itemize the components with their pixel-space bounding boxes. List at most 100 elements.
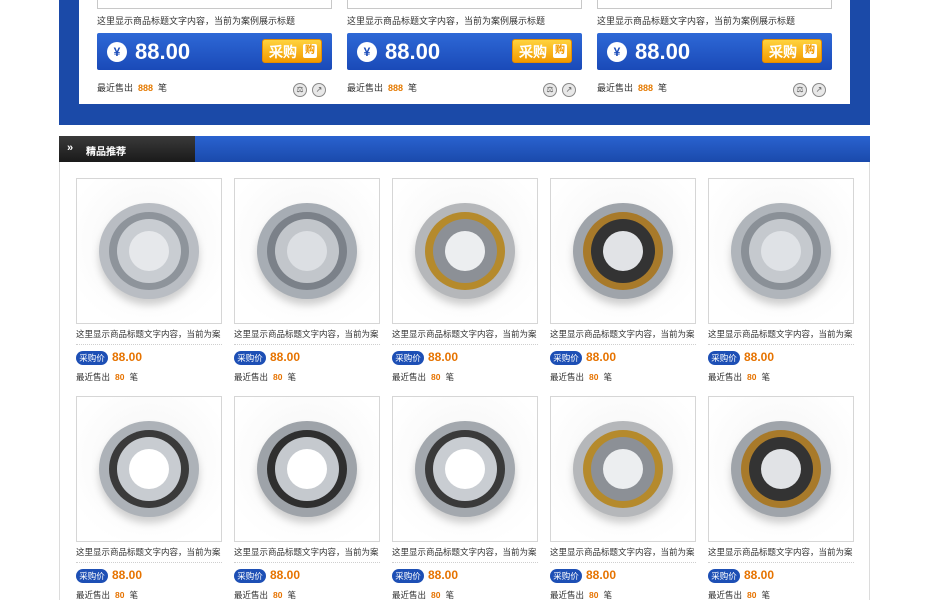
bearing-bore: [129, 449, 169, 489]
product-title[interactable]: 这里显示商品标题文字内容，当前为案: [392, 328, 538, 340]
bearing-bore: [445, 231, 485, 271]
product-card[interactable]: 这里显示商品标题文字内容，当前为案 采购价 88.00 最近售出 80 笔: [708, 396, 854, 606]
product-title[interactable]: 这里显示商品标题文字内容，当前为案: [392, 546, 538, 558]
divider: [234, 344, 380, 345]
share-icon[interactable]: ↗: [812, 83, 826, 97]
compare-icon[interactable]: ⚖: [293, 83, 307, 97]
sold-count: 80: [115, 372, 125, 382]
featured-price: 88.00: [385, 39, 441, 64]
bearing-bore: [287, 449, 327, 489]
sold-info: 最近售出 888 笔: [347, 81, 417, 94]
divider: [234, 562, 380, 563]
featured-title[interactable]: 这里显示商品标题文字内容，当前为案例展示标题: [597, 14, 795, 27]
compare-icon[interactable]: ⚖: [543, 83, 557, 97]
bearing-bore: [603, 231, 643, 271]
divider: [550, 562, 696, 563]
sold-unit: 笔: [129, 590, 138, 600]
divider: [392, 344, 538, 345]
compare-icon[interactable]: ⚖: [793, 83, 807, 97]
product-title[interactable]: 这里显示商品标题文字内容，当前为案: [708, 328, 854, 340]
product-title[interactable]: 这里显示商品标题文字内容，当前为案: [234, 546, 380, 558]
sold-count: 80: [115, 590, 125, 600]
product-image[interactable]: [392, 396, 538, 542]
buy-button[interactable]: 采购购: [262, 39, 322, 63]
sold-info: 最近售出 888 笔: [97, 81, 167, 94]
card-top-edge: [347, 0, 582, 9]
product-price: 88.00: [586, 350, 617, 364]
basket-icon: 购: [303, 44, 317, 58]
price-badge: 采购价: [76, 569, 108, 583]
product-image[interactable]: [550, 178, 696, 324]
sold-count: 80: [431, 590, 441, 600]
sold-count: 80: [589, 590, 599, 600]
product-title[interactable]: 这里显示商品标题文字内容，当前为案: [550, 546, 696, 558]
buy-button[interactable]: 采购购: [512, 39, 572, 63]
product-card[interactable]: 这里显示商品标题文字内容，当前为案 采购价 88.00 最近售出 80 笔: [708, 178, 854, 388]
sold-info: 最近售出 888 笔: [597, 81, 667, 94]
divider: [392, 562, 538, 563]
product-card[interactable]: 这里显示商品标题文字内容，当前为案 采购价 88.00 最近售出 80 笔: [550, 178, 696, 388]
yen-icon: ¥: [607, 42, 627, 62]
sold-count: 80: [747, 590, 757, 600]
product-image[interactable]: [708, 396, 854, 542]
sold-count: 80: [747, 372, 757, 382]
sold-label: 最近售出: [708, 372, 743, 382]
product-card[interactable]: 这里显示商品标题文字内容，当前为案 采购价 88.00 最近售出 80 笔: [234, 396, 380, 606]
buy-label: 采购: [519, 44, 547, 60]
basket-icon: 购: [803, 44, 817, 58]
sold-unit: 笔: [445, 372, 454, 382]
featured-title[interactable]: 这里显示商品标题文字内容，当前为案例展示标题: [97, 14, 295, 27]
product-image[interactable]: [550, 396, 696, 542]
product-title[interactable]: 这里显示商品标题文字内容，当前为案: [708, 546, 854, 558]
sold-info: 最近售出 80 笔: [708, 371, 770, 383]
sold-count: 80: [273, 372, 283, 382]
product-image[interactable]: [76, 178, 222, 324]
bearing-bore: [761, 231, 801, 271]
product-card[interactable]: 这里显示商品标题文字内容，当前为案 采购价 88.00 最近售出 80 笔: [76, 396, 222, 606]
sold-unit: 笔: [287, 372, 296, 382]
sold-info: 最近售出 80 笔: [76, 589, 138, 601]
section-tab[interactable]: » 精品推荐: [59, 136, 195, 162]
divider: [76, 562, 222, 563]
share-icon[interactable]: ↗: [312, 83, 326, 97]
sold-info: 最近售出 80 笔: [392, 589, 454, 601]
product-image[interactable]: [708, 178, 854, 324]
product-title[interactable]: 这里显示商品标题文字内容，当前为案: [234, 328, 380, 340]
product-image[interactable]: [392, 178, 538, 324]
price-badge: 采购价: [392, 569, 424, 583]
sold-info: 最近售出 80 笔: [550, 371, 612, 383]
card-actions: ⚖ ↗: [288, 79, 326, 97]
product-title[interactable]: 这里显示商品标题文字内容，当前为案: [550, 328, 696, 340]
product-price: 88.00: [744, 568, 775, 582]
product-card[interactable]: 这里显示商品标题文字内容，当前为案 采购价 88.00 最近售出 80 笔: [550, 396, 696, 606]
sold-count: 80: [589, 372, 599, 382]
product-image[interactable]: [76, 396, 222, 542]
double-chevron-icon: »: [67, 142, 73, 154]
product-title[interactable]: 这里显示商品标题文字内容，当前为案: [76, 546, 222, 558]
sold-unit: 笔: [445, 590, 454, 600]
price-badge: 采购价: [392, 351, 424, 365]
product-image[interactable]: [234, 178, 380, 324]
sold-unit: 笔: [158, 83, 168, 93]
product-card[interactable]: 这里显示商品标题文字内容，当前为案 采购价 88.00 最近售出 80 笔: [234, 178, 380, 388]
featured-title[interactable]: 这里显示商品标题文字内容，当前为案例展示标题: [347, 14, 545, 27]
sold-unit: 笔: [761, 372, 770, 382]
price-bar: ¥ 88.00 采购购: [597, 33, 832, 70]
product-price: 88.00: [586, 568, 617, 582]
buy-button[interactable]: 采购购: [762, 39, 822, 63]
sold-label: 最近售出: [97, 83, 134, 93]
product-card[interactable]: 这里显示商品标题文字内容，当前为案 采购价 88.00 最近售出 80 笔: [392, 396, 538, 606]
product-card[interactable]: 这里显示商品标题文字内容，当前为案 采购价 88.00 最近售出 80 笔: [392, 178, 538, 388]
sold-count: 888: [138, 83, 154, 93]
share-icon[interactable]: ↗: [562, 83, 576, 97]
bearing-bore: [603, 449, 643, 489]
sold-label: 最近售出: [234, 372, 269, 382]
sold-info: 最近售出 80 笔: [234, 589, 296, 601]
product-card[interactable]: 这里显示商品标题文字内容，当前为案 采购价 88.00 最近售出 80 笔: [76, 178, 222, 388]
featured-card: 这里显示商品标题文字内容，当前为案例展示标题 ¥ 88.00 采购购 最近售出 8…: [597, 0, 832, 100]
price-badge: 采购价: [550, 351, 582, 365]
product-price: 88.00: [270, 350, 301, 364]
sold-label: 最近售出: [234, 590, 269, 600]
product-image[interactable]: [234, 396, 380, 542]
product-title[interactable]: 这里显示商品标题文字内容，当前为案: [76, 328, 222, 340]
